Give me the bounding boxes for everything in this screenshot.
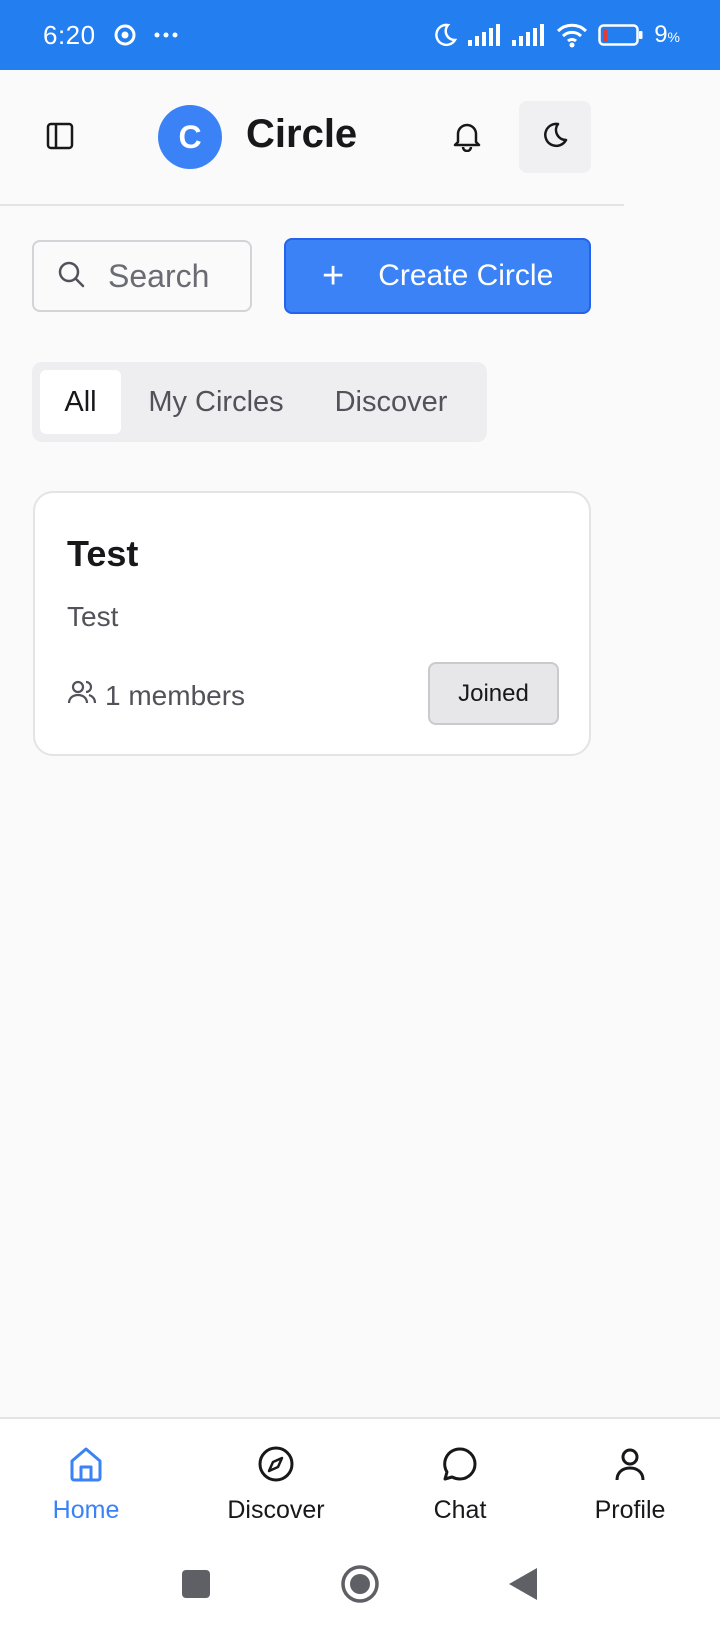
user-icon <box>611 1419 649 1488</box>
circle-card[interactable]: Test Test 1 members Joined <box>33 491 591 756</box>
nav-profile[interactable]: Profile <box>585 1419 675 1532</box>
home-circle-icon <box>340 1564 380 1609</box>
battery-icon <box>598 23 644 47</box>
battery-value: 9 <box>654 21 668 48</box>
members-count: 1 members <box>105 679 246 711</box>
compass-icon <box>257 1419 295 1488</box>
tab-discover[interactable]: Discover <box>311 370 471 434</box>
joined-button[interactable]: Joined <box>428 662 559 725</box>
status-time: 6:20 <box>43 19 96 50</box>
nav-discover[interactable]: Discover <box>216 1419 336 1532</box>
tab-all[interactable]: All <box>40 370 121 434</box>
plus-icon: + <box>322 255 345 297</box>
sidebar-icon <box>45 121 75 156</box>
recents-button[interactable] <box>176 1566 216 1606</box>
bell-icon <box>452 120 482 157</box>
nav-chat[interactable]: Chat <box>420 1419 500 1532</box>
nav-chat-label: Chat <box>433 1496 487 1524</box>
theme-toggle-button[interactable] <box>519 101 591 173</box>
sidebar-toggle-button[interactable] <box>40 118 80 158</box>
do-not-disturb-icon <box>432 22 458 48</box>
signal-icon-2 <box>512 24 546 46</box>
wifi-icon <box>556 22 588 48</box>
battery-unit: % <box>667 29 680 45</box>
nav-profile-label: Profile <box>594 1496 666 1524</box>
back-icon <box>507 1566 539 1607</box>
recents-icon <box>181 1569 211 1604</box>
tab-my-circles[interactable]: My Circles <box>121 370 311 434</box>
bottom-nav: Home Discover Chat Profile <box>0 1417 720 1530</box>
create-circle-button[interactable]: + Create Circle <box>284 238 591 314</box>
circle-members: 1 members <box>67 677 245 714</box>
app-logo: C <box>158 105 222 169</box>
system-home-button[interactable] <box>340 1564 380 1609</box>
system-nav-bar <box>0 1530 720 1640</box>
nav-discover-label: Discover <box>227 1496 325 1524</box>
back-button[interactable] <box>503 1566 543 1606</box>
signal-icon <box>468 24 502 46</box>
filter-tabs: All My Circles Discover <box>32 362 487 442</box>
chrome-icon <box>114 24 136 46</box>
chat-icon <box>441 1419 479 1488</box>
users-icon <box>67 677 105 714</box>
battery-percent: 9% <box>654 21 680 49</box>
app-header: C Circle <box>0 70 624 206</box>
home-icon <box>67 1419 105 1488</box>
more-dots-icon <box>154 32 178 38</box>
app-title: Circle <box>246 112 358 156</box>
nav-home[interactable]: Home <box>46 1419 126 1532</box>
moon-icon <box>540 120 570 155</box>
search-icon <box>56 259 86 294</box>
search-box[interactable] <box>32 240 252 312</box>
app-screen: 6:20 9% C Circle Search + Create Circle … <box>0 0 720 1640</box>
notifications-button[interactable] <box>447 116 487 160</box>
nav-home-label: Home <box>52 1496 120 1524</box>
create-circle-label: Create Circle <box>378 259 554 292</box>
status-bar: 6:20 9% <box>0 0 720 70</box>
circle-description: Test <box>67 601 119 632</box>
circle-name: Test <box>67 533 139 574</box>
search-input[interactable] <box>108 257 228 295</box>
